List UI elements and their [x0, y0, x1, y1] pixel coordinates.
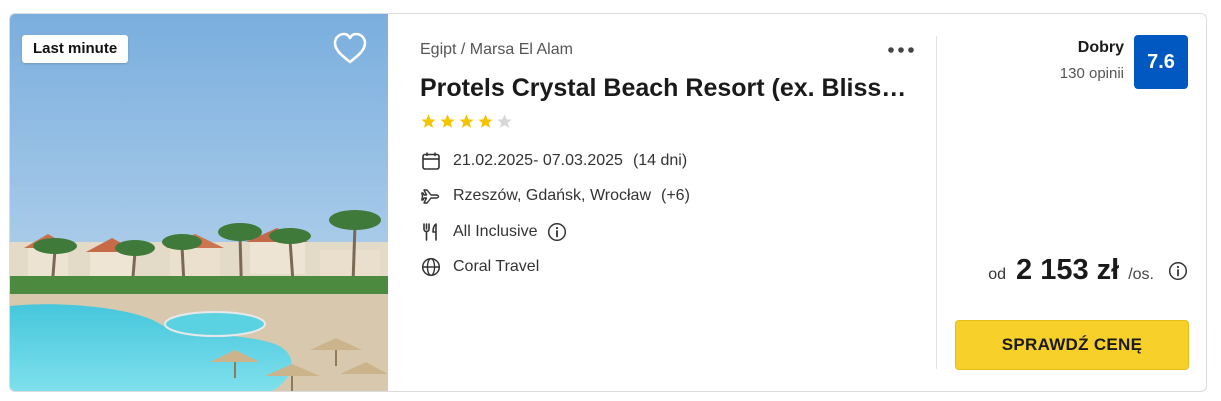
departure-airports: Rzeszów, Gdańsk, Wrocław	[453, 187, 651, 204]
reviews-count[interactable]: 130 opinii	[1060, 65, 1124, 82]
star-empty-icon	[497, 114, 512, 128]
star-icon	[459, 114, 474, 128]
info-icon[interactable]	[547, 222, 567, 242]
more-icon[interactable]	[885, 38, 917, 62]
cutlery-icon	[420, 221, 442, 243]
divider	[936, 36, 937, 369]
board-row: All Inclusive	[420, 221, 567, 243]
heart-icon[interactable]	[332, 31, 368, 65]
globe-icon	[420, 256, 442, 278]
price-unit: /os.	[1128, 266, 1154, 283]
travel-dates: 21.02.2025- 07.03.2025	[453, 152, 623, 169]
calendar-icon	[420, 150, 442, 172]
hotel-title[interactable]: Protels Crystal Beach Resort (ex. Bliss…	[420, 74, 915, 103]
breadcrumb-location[interactable]: Egipt / Marsa El Alam	[420, 41, 573, 59]
offer-details: Egipt / Marsa El Alam Protels Crystal Be…	[420, 14, 940, 391]
tour-operator: Coral Travel	[453, 258, 540, 275]
info-icon[interactable]	[1168, 261, 1188, 281]
departure-row: Rzeszów, Gdańsk, Wrocław (+6)	[420, 185, 690, 207]
offer-card[interactable]: Last minute Egipt / Marsa El Alam Protel…	[9, 13, 1207, 392]
check-price-button[interactable]: SPRAWDŹ CENĘ	[955, 320, 1189, 370]
dates-row: 21.02.2025- 07.03.2025 (14 dni)	[420, 150, 687, 172]
star-icon	[440, 114, 455, 128]
plane-icon	[420, 185, 442, 207]
rating-label: Dobry	[1077, 39, 1124, 56]
star-icon	[421, 114, 436, 128]
hotel-photo[interactable]	[10, 14, 388, 391]
price-from-label: od	[988, 266, 1007, 283]
price-value: 2 153 zł	[1016, 254, 1120, 286]
departure-more[interactable]: (+6)	[661, 187, 690, 205]
board-type: All Inclusive	[453, 223, 538, 240]
rating-score: 7.6	[1134, 35, 1188, 89]
hotel-stars	[420, 113, 513, 130]
star-icon	[478, 114, 493, 128]
trip-duration: (14 dni)	[632, 152, 688, 169]
last-minute-badge: Last minute	[22, 35, 129, 63]
operator-row: Coral Travel	[420, 256, 539, 278]
price-block: od 2 153 zł /os.	[988, 254, 1188, 287]
